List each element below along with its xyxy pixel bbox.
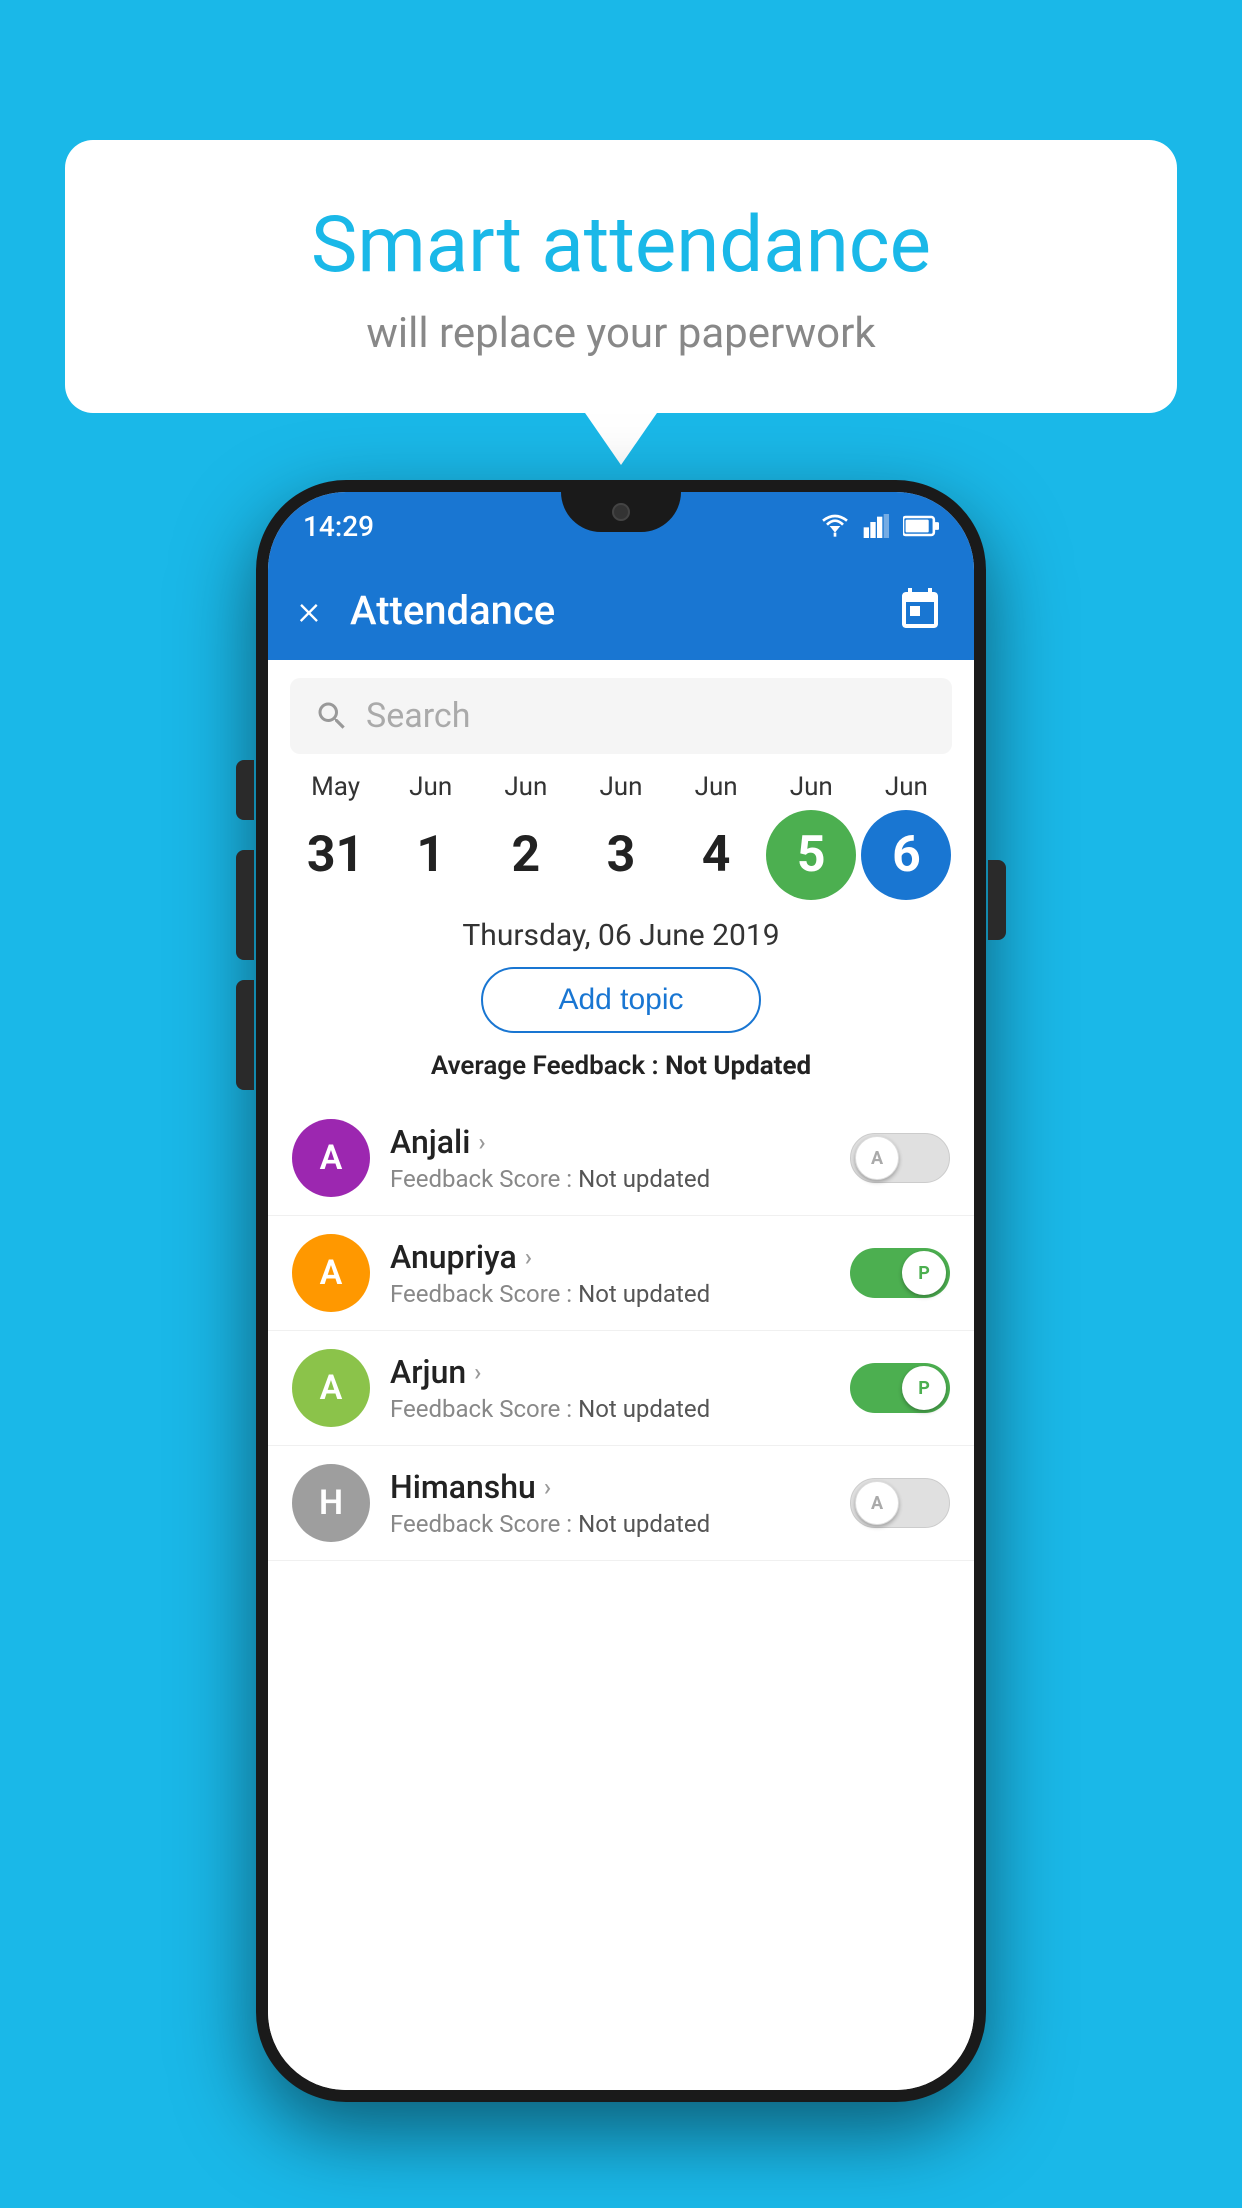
student-item[interactable]: A Arjun › Feedback Score : Not updated P [268,1331,974,1446]
toggle-knob: A [855,1481,899,1525]
calendar-day[interactable]: Jun 3 [576,772,666,900]
notch [561,492,681,532]
speech-bubble: Smart attendance will replace your paper… [65,140,1177,413]
student-name: Himanshu › [390,1468,830,1506]
attendance-toggle[interactable]: P [850,1363,950,1413]
calendar-day[interactable]: Jun 2 [481,772,571,900]
wifi-icon [819,514,851,538]
search-bar[interactable]: Search [290,678,952,754]
toggle-switch[interactable]: A [850,1478,950,1528]
phone-screen: 14:29 [268,492,974,2090]
chevron-right-icon: › [474,1358,481,1386]
student-info: Himanshu › Feedback Score : Not updated [390,1468,830,1538]
avg-feedback-label: Average Feedback : [431,1051,665,1081]
student-item[interactable]: H Himanshu › Feedback Score : Not updated A [268,1446,974,1561]
app-bar: × Attendance [268,560,974,660]
cal-date-label: 1 [386,810,476,900]
phone-container: 14:29 [256,480,986,2102]
average-feedback: Average Feedback : Not Updated [268,1051,974,1081]
volume-up-button [236,850,254,960]
cal-month-label: May [311,772,360,802]
student-name: Anjali › [390,1123,830,1161]
attendance-toggle[interactable]: A [850,1133,950,1183]
toggle-switch[interactable]: P [850,1363,950,1413]
status-bar: 14:29 [268,492,974,560]
bubble-subtitle: will replace your paperwork [115,309,1127,358]
cal-date-label: 6 [861,810,951,900]
bubble-title: Smart attendance [115,200,1127,291]
cal-date-label: 3 [576,810,666,900]
cal-date-label: 31 [291,810,381,900]
student-name: Arjun › [390,1353,830,1391]
calendar-day[interactable]: Jun 4 [671,772,761,900]
student-list: AAnjali ›Feedback Score : Not updatedAAA… [268,1101,974,1561]
student-avatar: A [292,1119,370,1197]
toggle-switch[interactable]: A [850,1133,950,1183]
calendar-icon[interactable] [896,586,944,634]
student-avatar: A [292,1349,370,1427]
cal-month-label: Jun [695,772,738,802]
calendar-row: May 31 Jun 1 Jun 2 Jun 3 Jun 4 Jun 5 Jun 6 [268,772,974,900]
add-topic-button[interactable]: Add topic [481,967,761,1033]
cal-date-label: 4 [671,810,761,900]
student-feedback: Feedback Score : Not updated [390,1165,830,1193]
attendance-toggle[interactable]: P [850,1248,950,1298]
toggle-switch[interactable]: P [850,1248,950,1298]
student-avatar: H [292,1464,370,1542]
student-avatar: A [292,1234,370,1312]
attendance-toggle[interactable]: A [850,1478,950,1528]
speech-bubble-container: Smart attendance will replace your paper… [65,140,1177,413]
search-icon [314,698,350,734]
cal-date-label: 5 [766,810,856,900]
volume-down-button [236,980,254,1090]
student-feedback: Feedback Score : Not updated [390,1395,830,1423]
selected-date: Thursday, 06 June 2019 [268,918,974,953]
avg-feedback-value: Not Updated [665,1051,811,1081]
student-item[interactable]: A Anjali › Feedback Score : Not updated A [268,1101,974,1216]
signal-icon [863,514,891,538]
app-bar-title: Attendance [350,587,896,634]
power-button [988,860,1006,940]
chevron-right-icon: › [478,1128,485,1156]
student-item[interactable]: A Anupriya › Feedback Score : Not updated P [268,1216,974,1331]
student-info: Arjun › Feedback Score : Not updated [390,1353,830,1423]
calendar-day[interactable]: Jun 1 [386,772,476,900]
status-icons [819,514,939,538]
cal-month-label: Jun [599,772,642,802]
toggle-knob: A [855,1136,899,1180]
toggle-knob: P [902,1251,946,1295]
cal-month-label: Jun [790,772,833,802]
calendar-day[interactable]: Jun 5 [766,772,856,900]
calendar-day[interactable]: Jun 6 [861,772,951,900]
toggle-knob: P [902,1366,946,1410]
silent-button [236,760,254,820]
chevron-right-icon: › [544,1473,551,1501]
student-feedback: Feedback Score : Not updated [390,1510,830,1538]
student-info: Anjali › Feedback Score : Not updated [390,1123,830,1193]
cal-date-label: 2 [481,810,571,900]
close-button[interactable]: × [298,586,320,635]
student-info: Anupriya › Feedback Score : Not updated [390,1238,830,1308]
student-name: Anupriya › [390,1238,830,1276]
phone-content: Search May 31 Jun 1 Jun 2 Jun 3 Jun 4 Jun 5 Jun 6 Thu… [268,660,974,2090]
camera [612,503,630,521]
phone-body: 14:29 [256,480,986,2102]
search-input[interactable]: Search [366,696,928,736]
student-feedback: Feedback Score : Not updated [390,1280,830,1308]
calendar-day[interactable]: May 31 [291,772,381,900]
cal-month-label: Jun [885,772,928,802]
cal-month-label: Jun [409,772,452,802]
cal-month-label: Jun [504,772,547,802]
status-time: 14:29 [303,510,374,543]
chevron-right-icon: › [525,1243,532,1271]
battery-icon [903,514,939,538]
